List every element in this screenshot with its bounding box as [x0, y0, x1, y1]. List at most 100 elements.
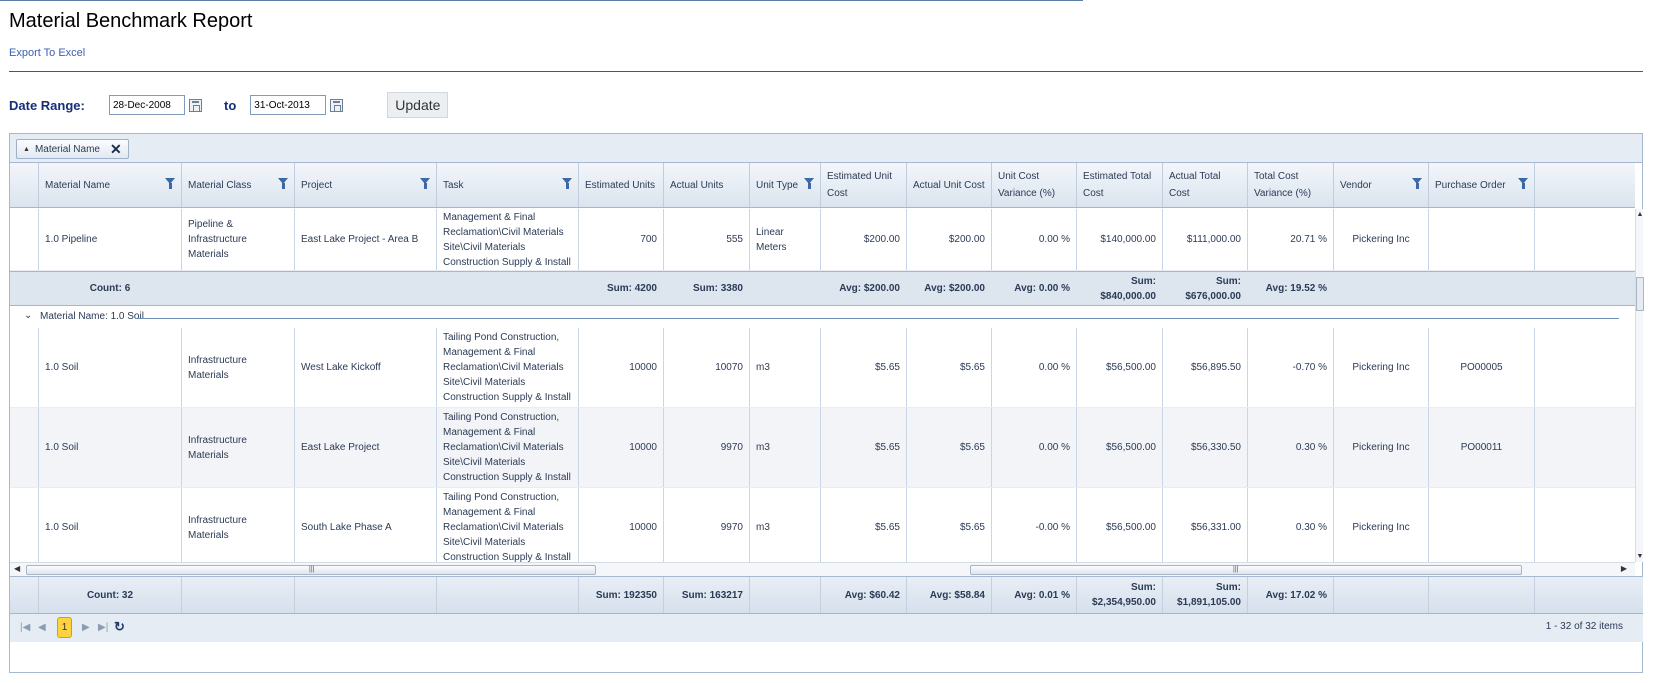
table-cell: Pipeline & Infrastructure Materials — [182, 209, 295, 270]
total-cell-empty — [1334, 272, 1429, 305]
table-cell: $5.65 — [821, 488, 907, 562]
table-row[interactable]: 1.0 Soil Infrastructure Materials South La… — [10, 488, 1635, 562]
column-header[interactable]: Estimated Units — [579, 163, 664, 207]
total-cell: Sum: $840,000.00 — [1077, 272, 1163, 305]
group-chip-material-name[interactable]: ▲ Material Name ✕ — [16, 139, 129, 159]
total-cell-empty — [437, 577, 579, 613]
table-cell: m3 — [750, 488, 821, 562]
column-header[interactable]: Estimated Unit Cost — [821, 163, 907, 207]
column-header[interactable]: Vendor — [1334, 163, 1429, 207]
column-header-label: Task — [443, 179, 464, 191]
column-header[interactable]: Unit Cost Variance (%) — [992, 163, 1077, 207]
update-button[interactable]: Update — [387, 92, 449, 118]
remove-group-icon[interactable]: ✕ — [110, 142, 122, 156]
page-number-button[interactable]: 1 — [57, 617, 72, 638]
table-cell: $56,500.00 — [1077, 408, 1163, 487]
table-cell: 20.71 % — [1248, 209, 1334, 270]
first-page-icon[interactable]: |◀ — [20, 622, 30, 633]
table-cell: $140,000.00 — [1077, 209, 1163, 270]
report-grid: ▲ Material Name ✕ Material Name Material … — [9, 133, 1644, 673]
export-to-excel-link[interactable]: Export To Excel — [9, 47, 85, 59]
table-cell: 1.0 Soil — [39, 328, 182, 407]
scroll-up-icon[interactable]: ▲ — [1636, 211, 1644, 218]
total-cell-empty — [437, 272, 579, 305]
calendar-icon[interactable] — [189, 98, 202, 112]
column-header[interactable]: Material Class — [182, 163, 295, 207]
refresh-icon[interactable]: ↻ — [114, 619, 125, 635]
table-cell: East Lake Project - Area B — [295, 209, 437, 270]
total-value: $1,891,105.00 — [1177, 597, 1241, 608]
table-cell: $56,500.00 — [1077, 488, 1163, 562]
chevron-down-icon[interactable]: ⌄ — [24, 310, 32, 321]
table-cell: 10000 — [579, 488, 664, 562]
column-header[interactable]: Unit Type — [750, 163, 821, 207]
column-header-label: Actual Units — [670, 179, 724, 191]
total-value: Sum: — [1131, 582, 1156, 593]
total-cell-empty — [10, 577, 39, 613]
scroll-right-icon[interactable]: ▶ — [1621, 564, 1627, 573]
column-header-label: Project — [301, 179, 333, 191]
previous-page-icon[interactable]: ◀ — [38, 622, 46, 633]
group-footer-row: Count: 6 Sum: 4200 Sum: 3380 Avg: $200.00 Av… — [10, 271, 1635, 306]
table-cell: $200.00 — [907, 209, 992, 270]
total-cell: Count: 32 — [39, 577, 182, 613]
last-page-icon[interactable]: ▶| — [98, 622, 108, 633]
column-header[interactable]: Project — [295, 163, 437, 207]
date-to-input[interactable] — [250, 95, 327, 115]
group-header-row[interactable]: ⌄ Material Name: 1.0 Soil — [10, 306, 1635, 328]
table-row[interactable]: 1.0 Pipeline Pipeline & Infrastructure Ma… — [10, 209, 1635, 271]
table-cell — [1429, 209, 1535, 270]
table-cell: 10070 — [664, 328, 750, 407]
column-header[interactable]: Actual Units — [664, 163, 750, 207]
column-header[interactable]: Total Cost Variance (%) — [1248, 163, 1334, 207]
sort-ascending-icon[interactable]: ▲ — [23, 146, 30, 153]
total-cell-empty — [10, 272, 39, 305]
column-header[interactable]: Task — [437, 163, 579, 207]
column-header[interactable]: Material Name — [39, 163, 182, 207]
total-cell-empty — [295, 272, 437, 305]
total-value: Sum: — [1216, 582, 1241, 593]
table-cell: 0.30 % — [1248, 408, 1334, 487]
table-row[interactable]: 1.0 Soil Infrastructure Materials East Lak… — [10, 408, 1635, 488]
column-header-label: Unit Cost Variance (%) — [998, 171, 1056, 199]
scroll-left-icon[interactable]: ◀ — [14, 564, 20, 573]
total-value: $840,000.00 — [1100, 290, 1156, 302]
date-from-input[interactable] — [109, 95, 185, 115]
filter-icon[interactable] — [165, 178, 176, 189]
horizontal-scrollbar[interactable]: ◀ ||| ||| ▶ — [10, 562, 1635, 576]
total-cell: Avg: $60.42 — [821, 577, 907, 613]
total-cell-empty — [182, 577, 295, 613]
total-value: Sum: — [1216, 275, 1241, 287]
filter-icon[interactable] — [1412, 178, 1423, 189]
vertical-scrollbar[interactable]: ▲ ▼ — [1635, 209, 1644, 562]
total-cell-empty — [1334, 577, 1429, 613]
column-header[interactable]: Actual Total Cost — [1163, 163, 1248, 207]
table-cell: 0.00 % — [992, 328, 1077, 407]
column-header[interactable]: Estimated Total Cost — [1077, 163, 1163, 207]
table-row[interactable]: 1.0 Soil Infrastructure Materials West Lak… — [10, 328, 1635, 408]
filter-icon[interactable] — [1518, 178, 1529, 189]
filter-icon[interactable] — [562, 178, 573, 189]
table-cell: Tailing Pond Construction, Management & … — [437, 408, 579, 487]
column-header-label: Estimated Total Cost — [1083, 171, 1152, 199]
group-divider — [136, 318, 1619, 319]
vertical-scroll-thumb[interactable] — [1636, 277, 1644, 311]
column-header[interactable]: Purchase Order — [1429, 163, 1535, 207]
filter-icon[interactable] — [420, 178, 431, 189]
filter-icon[interactable] — [278, 178, 289, 189]
table-cell: Pickering Inc — [1334, 328, 1429, 407]
row-indicator — [10, 209, 39, 270]
table-cell: Infrastructure Materials — [182, 328, 295, 407]
calendar-icon[interactable] — [330, 98, 344, 112]
total-cell: Sum: 192350 — [579, 577, 664, 613]
table-cell: $5.65 — [907, 408, 992, 487]
horizontal-scroll-track[interactable]: ||| — [970, 565, 1522, 575]
next-page-icon[interactable]: ▶ — [82, 622, 90, 633]
filter-icon[interactable] — [804, 178, 815, 189]
column-header[interactable]: Actual Unit Cost — [907, 163, 992, 207]
total-cell: Sum: $2,354,950.00 — [1077, 577, 1163, 613]
table-cell: m3 — [750, 408, 821, 487]
table-cell: $56,500.00 — [1077, 328, 1163, 407]
horizontal-scroll-thumb[interactable]: ||| — [26, 565, 596, 575]
scroll-down-icon[interactable]: ▼ — [1636, 553, 1644, 560]
